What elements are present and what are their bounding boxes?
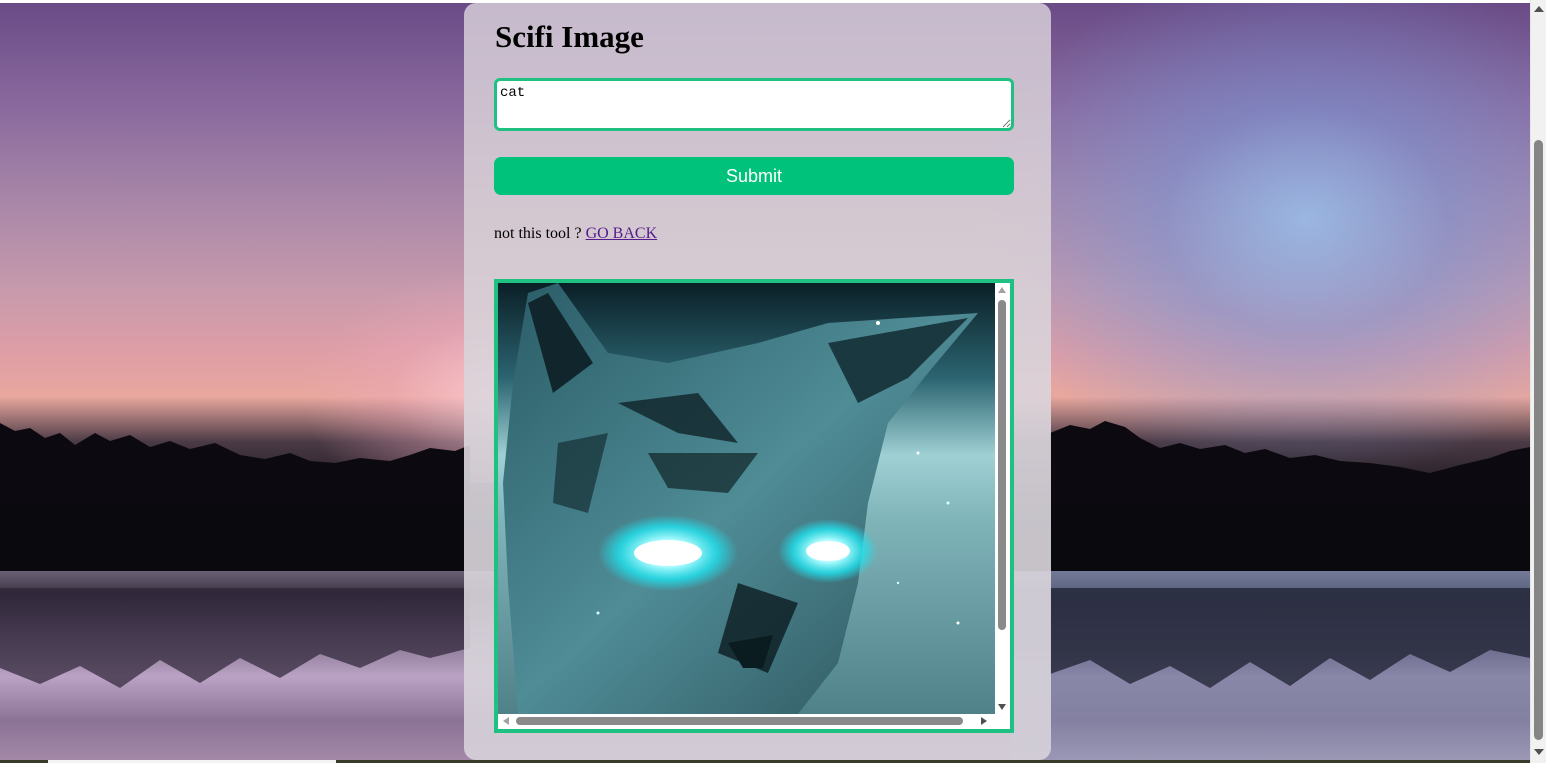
chevron-right-icon[interactable] <box>981 717 987 725</box>
image-horizontal-scrollbar[interactable] <box>498 714 995 729</box>
tool-card: Scifi Image cat Submit not this tool ? G… <box>464 3 1051 760</box>
prompt-input[interactable]: cat <box>494 78 1014 131</box>
page-title: Scifi Image <box>495 19 644 54</box>
image-vertical-scrollbar[interactable] <box>995 283 1010 714</box>
chevron-down-icon[interactable] <box>998 704 1006 710</box>
go-back-row: not this tool ? GO BACK <box>494 225 657 243</box>
scrollbar-corner <box>995 714 1010 729</box>
image-vertical-scroll-thumb[interactable] <box>998 300 1006 630</box>
generated-image-viewport[interactable] <box>498 283 995 714</box>
page-scroll-thumb[interactable] <box>1534 140 1543 740</box>
generated-image <box>498 283 995 714</box>
chevron-down-icon[interactable] <box>1534 749 1544 755</box>
generated-image-frame <box>494 279 1014 733</box>
page-vertical-scrollbar[interactable] <box>1530 0 1546 763</box>
go-back-prompt-text: not this tool ? <box>494 225 582 242</box>
chevron-left-icon[interactable] <box>503 717 509 725</box>
chevron-up-icon[interactable] <box>1534 6 1544 12</box>
page: Scifi Image cat Submit not this tool ? G… <box>0 0 1546 763</box>
submit-button[interactable]: Submit <box>494 157 1014 195</box>
image-horizontal-scroll-thumb[interactable] <box>516 717 963 725</box>
chevron-up-icon[interactable] <box>998 287 1006 293</box>
go-back-link[interactable]: GO BACK <box>586 225 658 242</box>
